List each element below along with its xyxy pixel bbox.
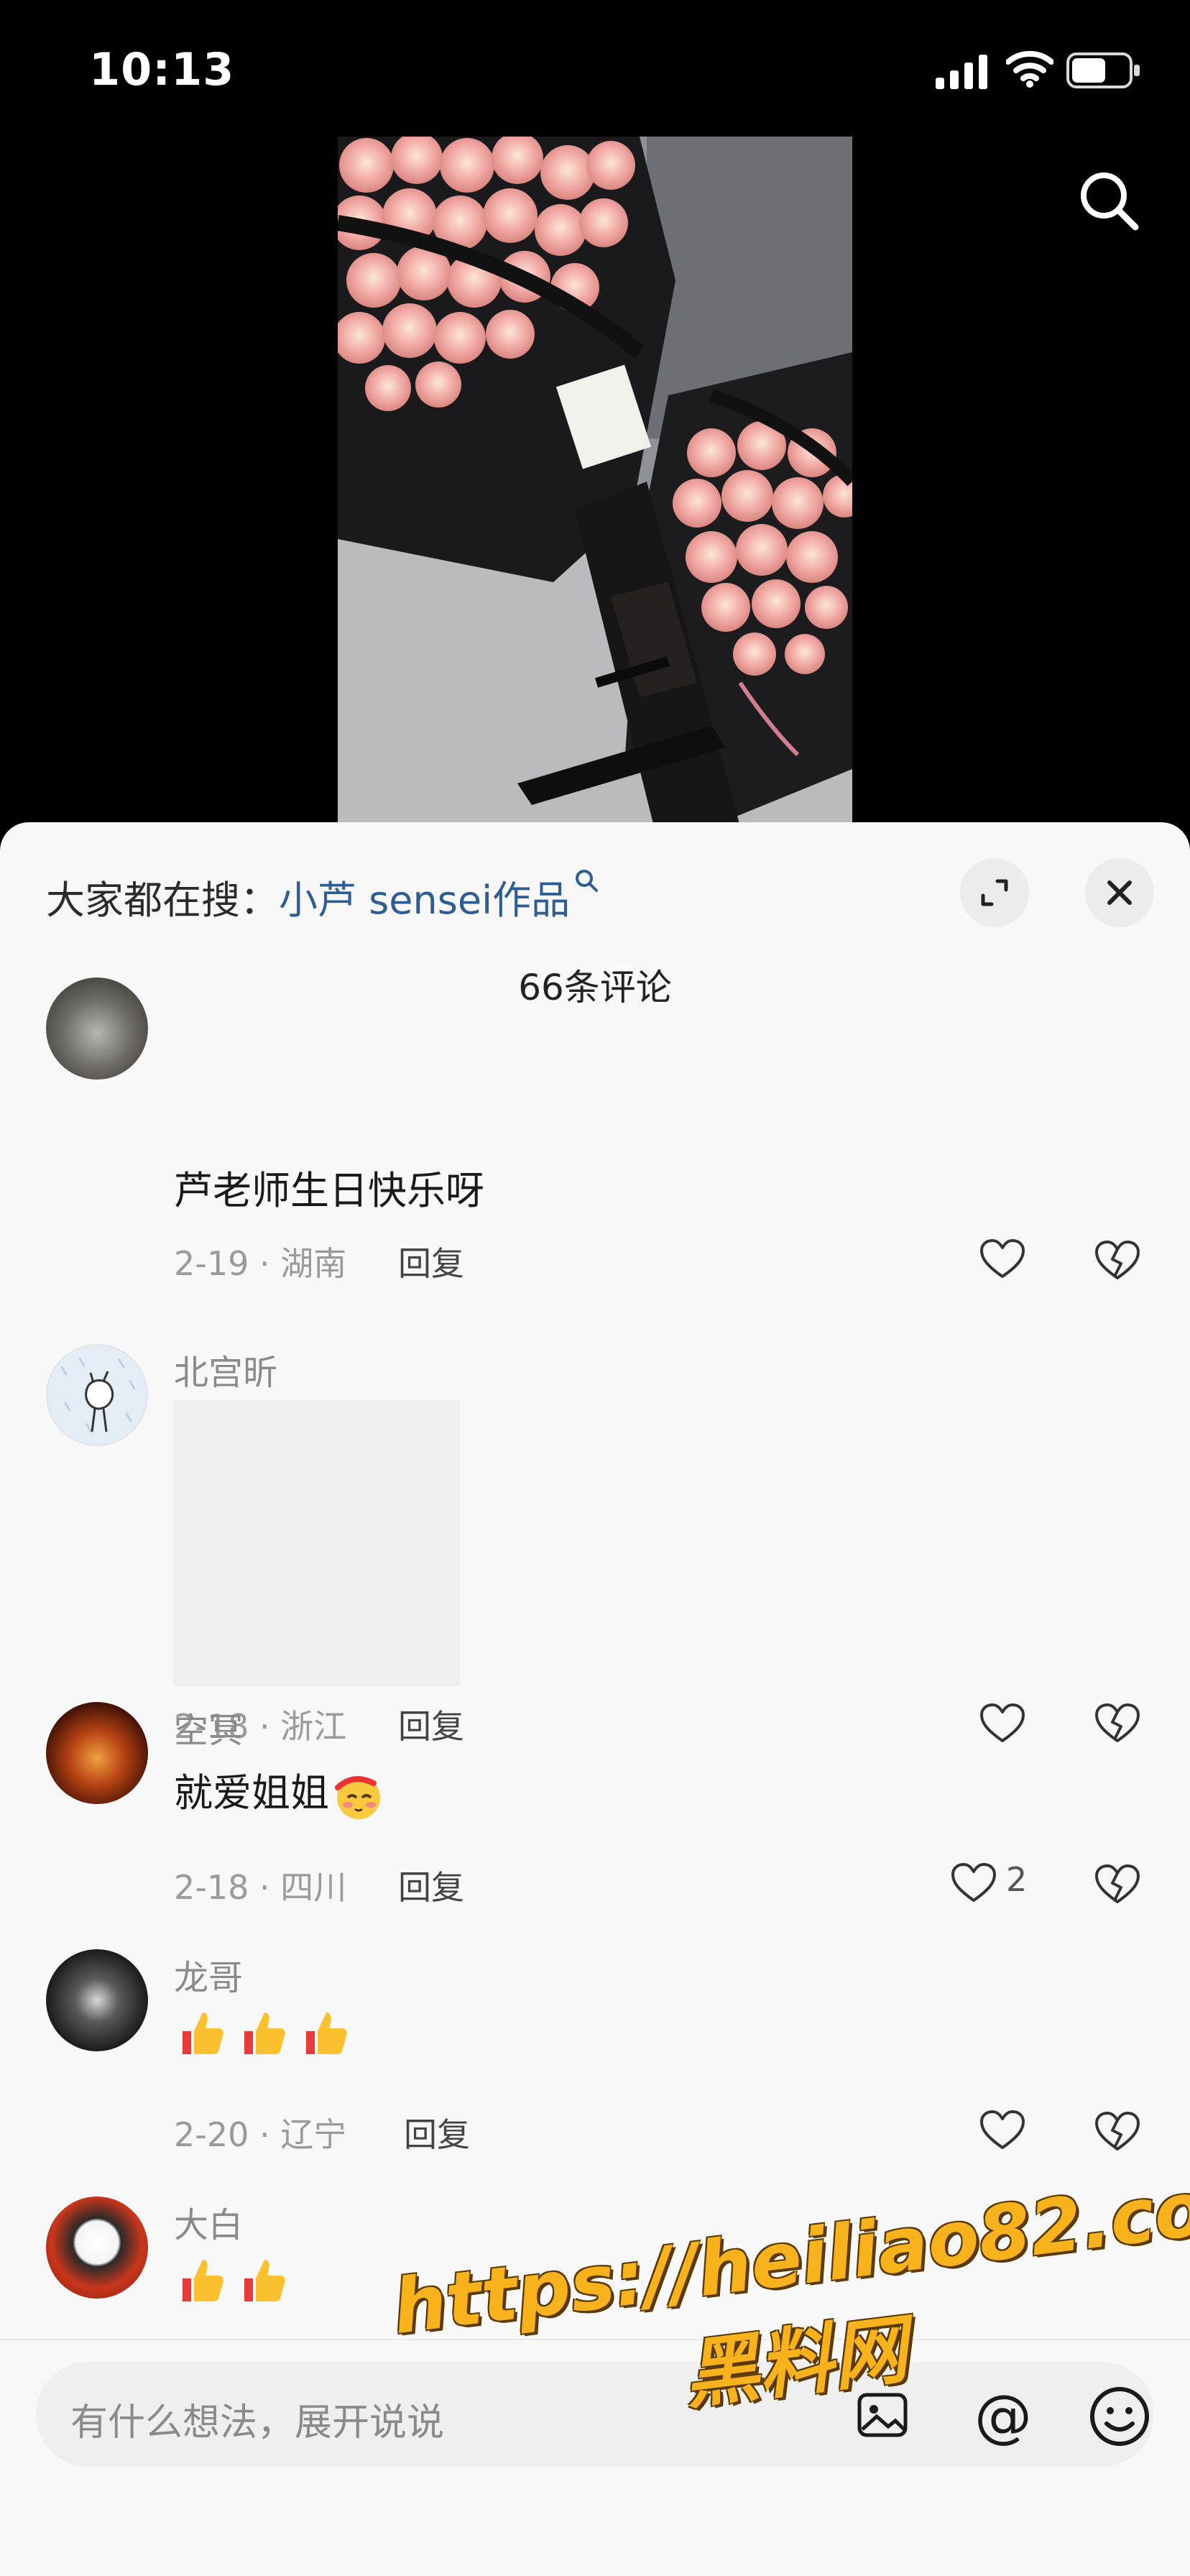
trending-search-bar[interactable]: 大家都在搜：小芦 sensei作品 — [46, 868, 599, 925]
thumbs-up-emoji — [244, 2012, 285, 2054]
comment-location: 辽宁 — [280, 2115, 347, 2154]
comment-text: 就爱姐姐 — [174, 1761, 394, 1822]
like-count: 2 — [1006, 1860, 1028, 1899]
comment-text: 芦老师生日快乐呀 — [174, 1168, 484, 1213]
cartoon-avatar-icon — [60, 1357, 136, 1433]
shy-face-emoji — [335, 1776, 380, 1820]
close-button[interactable] — [1085, 858, 1154, 927]
username[interactable]: 北宫昕 — [174, 1344, 277, 1394]
heart-icon[interactable] — [979, 2109, 1026, 2152]
trending-keyword-link[interactable]: 小芦 sensei作品 — [279, 878, 570, 923]
avatar[interactable] — [46, 2196, 148, 2299]
broken-heart-icon[interactable] — [1094, 2109, 1141, 2153]
wifi-icon — [1006, 50, 1053, 88]
reply-button[interactable]: 回复 — [398, 1862, 464, 1909]
status-time: 10:13 — [89, 43, 235, 96]
emoji-row — [174, 2254, 298, 2307]
emoji-row — [174, 2007, 359, 2060]
search-icon[interactable] — [1075, 167, 1144, 236]
trending-prefix: 大家都在搜： — [46, 878, 279, 923]
broken-heart-icon[interactable] — [1094, 1862, 1141, 1906]
thumbs-up-emoji — [244, 2260, 285, 2301]
expand-icon — [981, 879, 1008, 906]
comment-item: 大白 — [0, 2196, 1190, 2340]
comment-input-bar: 有什么想法，展开说说 @ — [0, 2339, 1190, 2576]
cellular-signal-icon — [936, 55, 987, 89]
comment-location: 四川 — [280, 1868, 347, 1907]
comment-panel: 大家都在搜：小芦 sensei作品 66条评论 芦老师生日快乐呀 2-19 · … — [0, 822, 1190, 2576]
username[interactable]: 大白 — [174, 2196, 243, 2247]
avatar[interactable] — [46, 978, 148, 1080]
close-icon — [1107, 880, 1132, 905]
image-icon[interactable] — [855, 2388, 910, 2442]
avatar[interactable] — [46, 1344, 148, 1446]
thumbs-up-emoji — [183, 2012, 223, 2054]
comment-item: 龙哥 2-20 · 辽宁 回复 — [0, 1949, 1190, 2186]
username[interactable]: 龙哥 — [174, 1949, 243, 2000]
comment-image[interactable] — [174, 1400, 460, 1686]
input-placeholder: 有什么想法，展开说说 — [70, 2401, 445, 2444]
username[interactable]: 空冥 — [174, 1702, 243, 1752]
thumbs-up-emoji — [183, 2260, 223, 2301]
comment-item: 北宫昕 2-18 · 浙江 回复 — [0, 1239, 1190, 1746]
video-thumbnail[interactable] — [338, 137, 852, 827]
reply-button[interactable]: 回复 — [404, 2109, 470, 2156]
thumbs-up-emoji — [306, 2012, 347, 2054]
battery-icon — [1066, 52, 1140, 88]
comment-input[interactable]: 有什么想法，展开说说 @ — [36, 2362, 1154, 2467]
comment-meta: 2-20 · 辽宁 — [174, 2115, 347, 2154]
heart-icon[interactable] — [950, 1862, 997, 1905]
comment-date: 2-18 — [174, 1868, 249, 1907]
comment-item: 空冥 就爱姐姐 2-18 · 四川 回复 2 — [0, 1702, 1190, 1939]
expand-button[interactable] — [960, 858, 1029, 927]
emoji-icon[interactable] — [1087, 2383, 1153, 2450]
at-mention-icon[interactable]: @ — [970, 2383, 1036, 2450]
small-search-icon — [576, 870, 599, 892]
comment-count: 66条评论 — [518, 967, 672, 1008]
video-player[interactable] — [0, 137, 1190, 827]
comment-text-content: 就爱姐姐 — [174, 1770, 329, 1816]
avatar[interactable] — [46, 1702, 148, 1804]
status-bar: 10:13 — [0, 0, 1190, 137]
comment-date: 2-20 — [174, 2115, 249, 2154]
comment-meta: 2-18 · 四川 — [174, 1868, 347, 1907]
avatar[interactable] — [46, 1949, 148, 2051]
